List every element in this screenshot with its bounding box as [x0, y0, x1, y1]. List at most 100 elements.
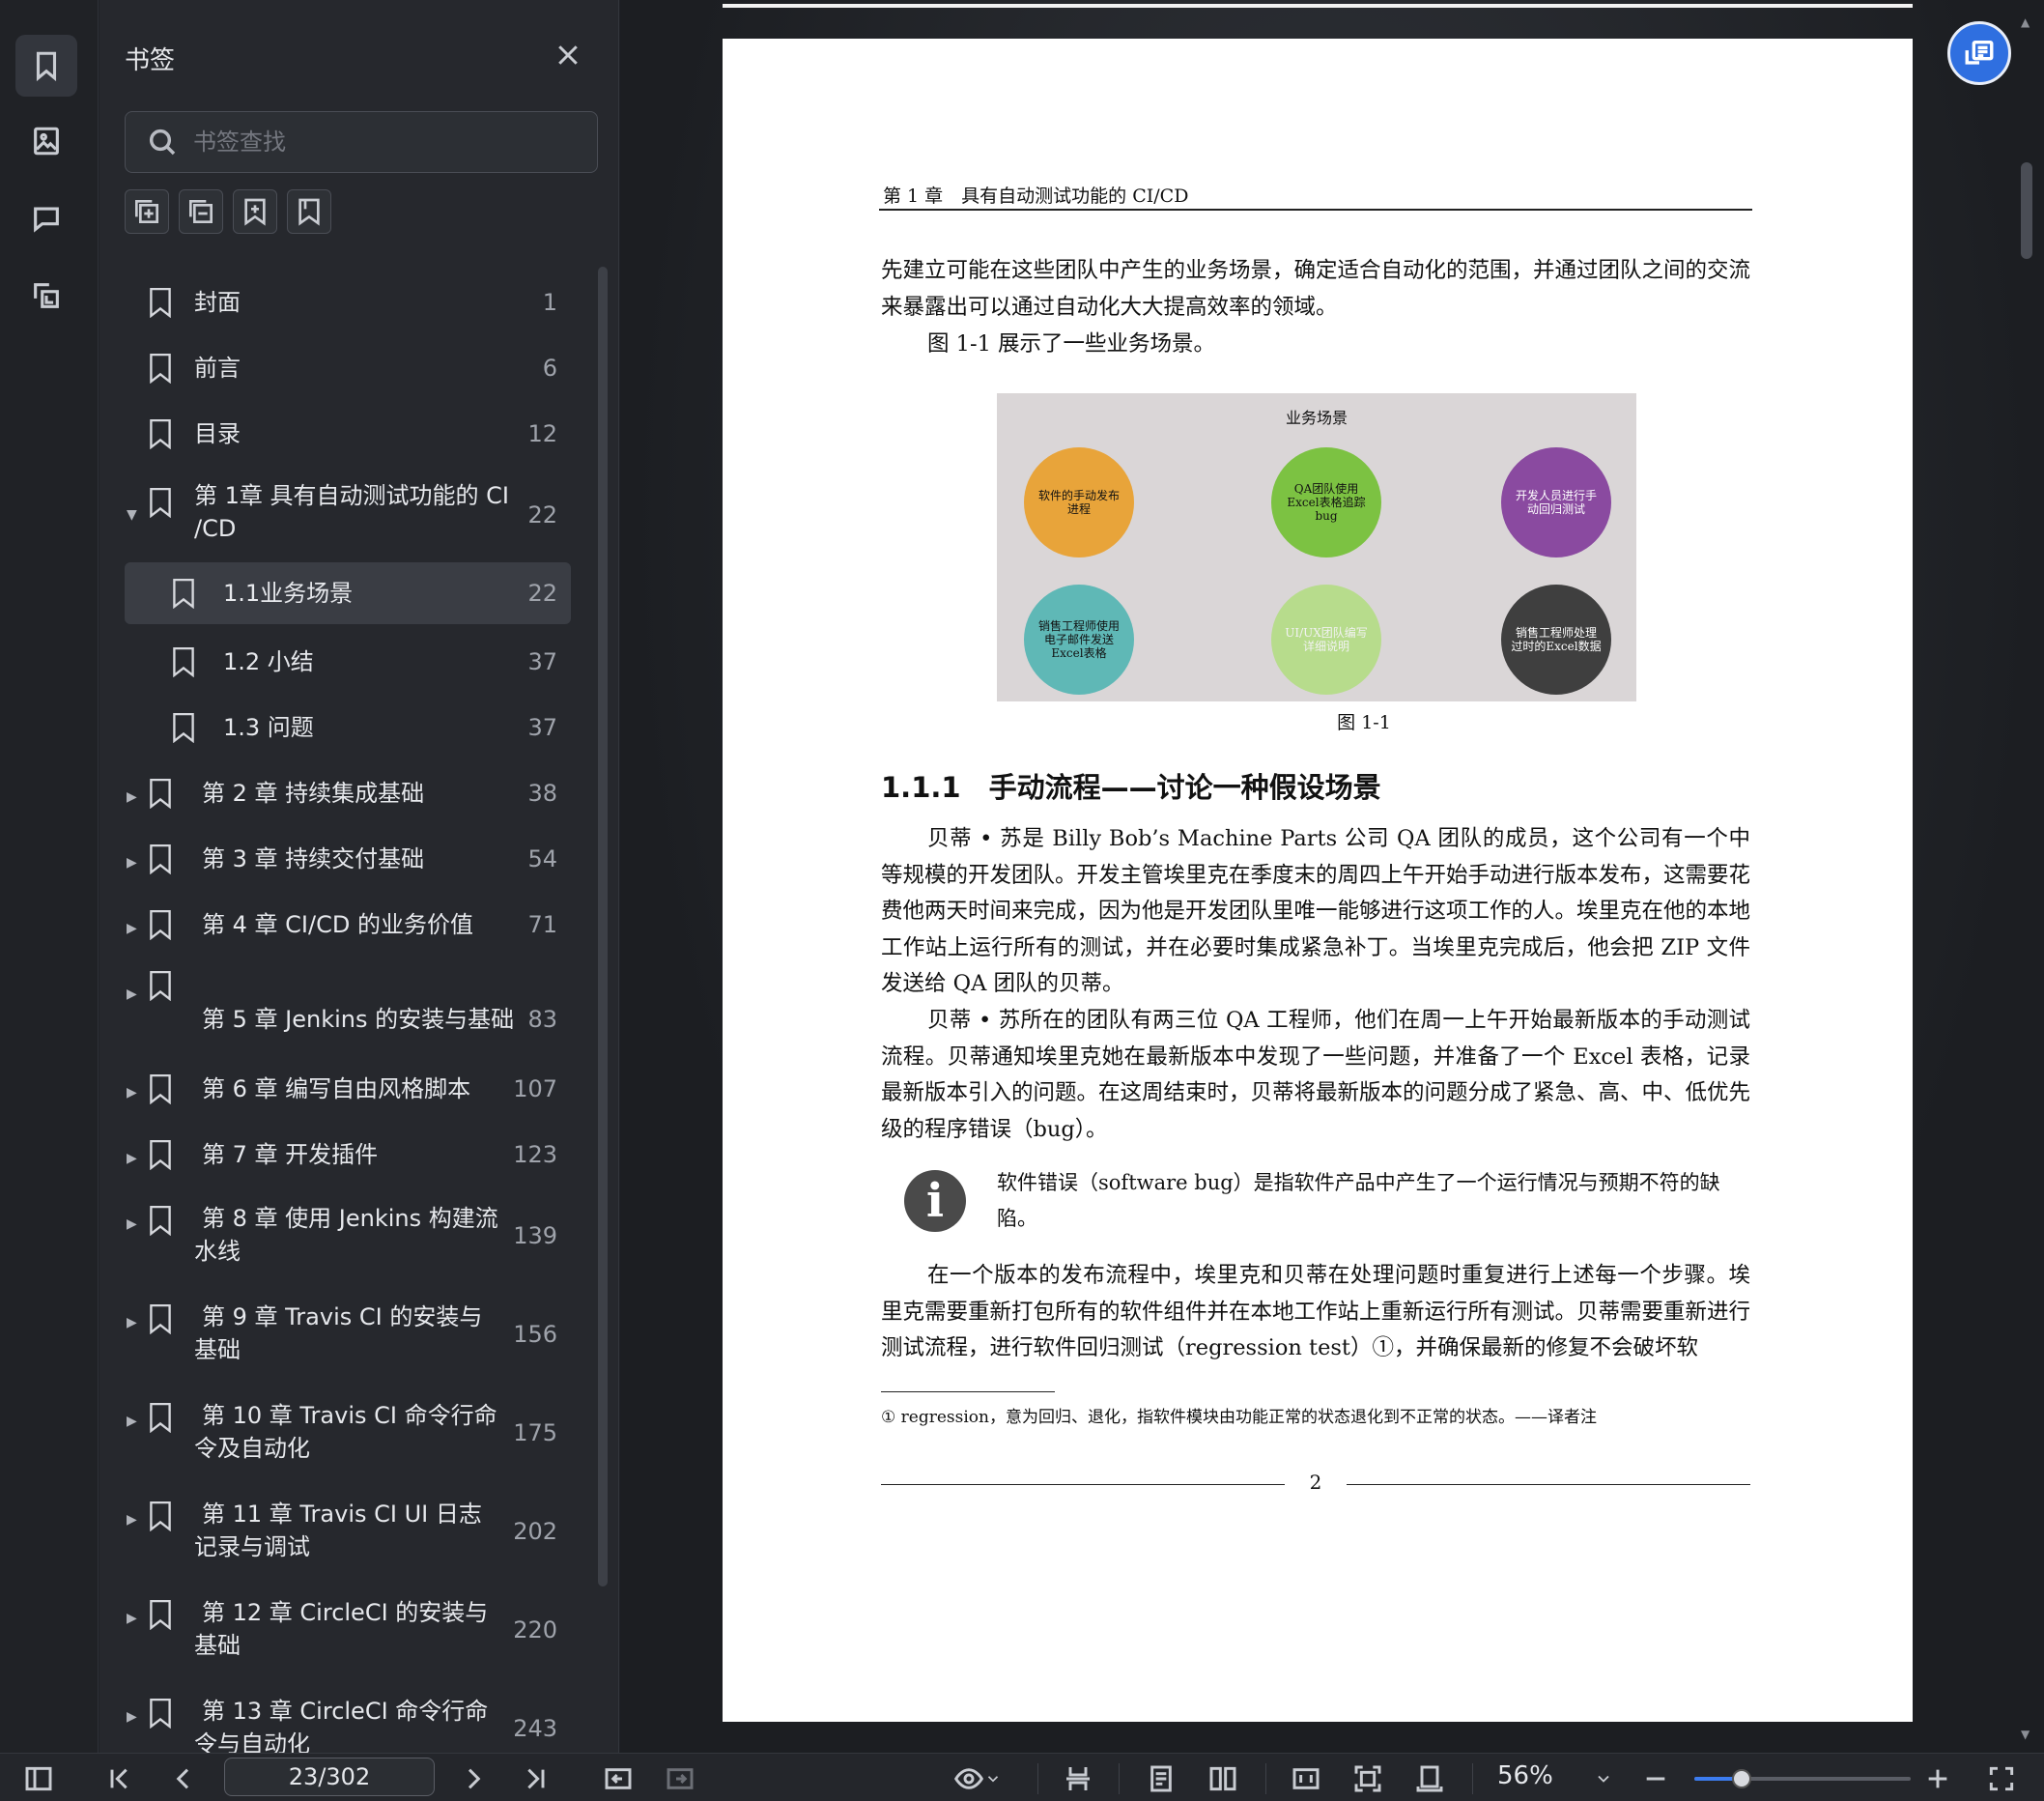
collapse-arrow-icon[interactable]: ▼	[127, 499, 137, 531]
actual-size-button[interactable]	[1287, 1761, 1325, 1796]
go-forward-button[interactable]	[661, 1761, 699, 1796]
panel-scrollbar[interactable]	[598, 267, 608, 1587]
bookmark-item[interactable]: ▶ 第 5 章 Jenkins 的安装与基础 83	[125, 966, 571, 1047]
expand-arrow-icon[interactable]: ▶	[127, 1701, 137, 1733]
zoom-in-button[interactable]	[1920, 1761, 1955, 1796]
bookmark-item[interactable]: ▶ 第 13 章 CircleCI 命令行命令与自动化 243	[125, 1689, 571, 1753]
bookmark-page: 139	[513, 1222, 557, 1249]
bookmark-item-selected[interactable]: 1.1业务场景 22	[125, 562, 571, 624]
paragraph: 贝蒂 • 苏所在的团队有两三位 QA 工程师，他们在周一上午开始最新版本的手动测…	[881, 1008, 1751, 1142]
paragraph: 在一个版本的发布流程中，埃里克和贝蒂在处理问题时重复进行上述每一个步骤。埃里克需…	[881, 1263, 1751, 1361]
delete-bookmark-button[interactable]	[287, 189, 331, 234]
next-page-button[interactable]	[454, 1761, 493, 1796]
go-back-button[interactable]	[599, 1761, 638, 1796]
bookmark-item[interactable]: ▶ 第 2 章 持续集成基础 38	[125, 769, 571, 817]
fit-width-button[interactable]	[1410, 1761, 1449, 1796]
bookmark-item[interactable]: ▶ 第 10 章 Travis CI 命令行命令及自动化 175	[125, 1393, 571, 1474]
bookmark-item-chapter-1[interactable]: ▼ 第 1章 具有自动测试功能的 CI /CD 22	[125, 475, 571, 553]
zoom-out-button[interactable]	[1638, 1761, 1673, 1796]
expand-arrow-icon[interactable]: ▶	[127, 1306, 137, 1339]
document-scrollbar[interactable]	[2021, 162, 2032, 259]
screen-translate-icon	[1965, 40, 1994, 65]
scroll-down-arrow-icon[interactable]: ▼	[2021, 1728, 2030, 1741]
toggle-sidebar-button[interactable]	[19, 1761, 58, 1796]
bookmark-item[interactable]: ▶ 第 3 章 持续交付基础 54	[125, 835, 571, 883]
expand-all-button[interactable]	[125, 189, 169, 234]
bookmark-icon	[148, 970, 173, 1002]
bookmark-item[interactable]: ▶ 第 8 章 使用 Jenkins 构建流水线 139	[125, 1196, 571, 1277]
bookmark-item[interactable]: ▶ 第 12 章 CircleCI 的安装与基础 220	[125, 1590, 571, 1672]
continuous-scroll-button[interactable]	[1059, 1761, 1097, 1796]
bookmark-page: 220	[513, 1616, 557, 1644]
close-icon	[558, 45, 578, 65]
bookmark-icon	[148, 1402, 173, 1434]
zoom-slider[interactable]	[1694, 1769, 1911, 1788]
bookmark-item[interactable]: 封面 1	[125, 278, 571, 327]
expand-arrow-icon[interactable]: ▶	[127, 1142, 137, 1175]
expand-arrow-icon[interactable]: ▶	[127, 846, 137, 879]
expand-arrow-icon[interactable]: ▶	[127, 912, 137, 945]
bookmark-item[interactable]: 1.3 问题 37	[125, 703, 571, 752]
bookmark-icon	[148, 843, 173, 875]
page-number-row: 2	[881, 1471, 1750, 1500]
figure-business-scenarios: 业务场景 软件的手动发布进程 QA团队使用Excel表格追踪bug 开发人员进行…	[997, 393, 1636, 701]
bookmark-label: 第 11 章 Travis CI UI 日志记录与调试	[194, 1501, 482, 1560]
comment-panel-button[interactable]	[15, 187, 77, 249]
two-page-button[interactable]	[1204, 1761, 1242, 1796]
bookmark-page: 107	[513, 1075, 557, 1102]
bookmark-icon	[148, 1599, 173, 1631]
add-bookmark-button[interactable]	[233, 189, 277, 234]
expand-arrow-icon[interactable]: ▶	[127, 1602, 137, 1635]
zoom-slider-handle[interactable]	[1732, 1769, 1751, 1788]
bookmark-page: 243	[513, 1715, 557, 1742]
chevron-right-icon	[468, 1768, 481, 1789]
bookmark-page: 123	[513, 1141, 557, 1168]
chevron-left-icon	[176, 1768, 189, 1789]
fit-page-button[interactable]	[1348, 1761, 1387, 1796]
bookmark-icon	[171, 578, 196, 610]
collapse-all-button[interactable]	[179, 189, 223, 234]
page-number-input[interactable]: 23/302	[224, 1758, 435, 1796]
zoom-level[interactable]: 56%	[1497, 1761, 1553, 1790]
view-mode-dropdown[interactable]	[949, 1761, 1007, 1796]
figure-node: QA团队使用Excel表格追踪bug	[1271, 447, 1381, 557]
first-page-button[interactable]	[100, 1761, 139, 1796]
fullscreen-button[interactable]	[1982, 1761, 2021, 1796]
expand-arrow-icon[interactable]: ▶	[127, 781, 137, 814]
single-page-button[interactable]	[1142, 1761, 1180, 1796]
expand-arrow-icon[interactable]: ▶	[127, 1405, 137, 1438]
bookmark-page: 6	[542, 355, 557, 382]
bookmark-item[interactable]: ▶ 第 4 章 CI/CD 的业务价值 71	[125, 900, 571, 949]
previous-page-button[interactable]	[164, 1761, 203, 1796]
bookmark-search-input[interactable]	[193, 112, 597, 172]
bookmark-item[interactable]: 目录 12	[125, 410, 571, 458]
actual-size-icon	[1292, 1768, 1320, 1789]
bookmark-icon	[171, 712, 196, 744]
bookmark-item[interactable]: ▶ 第 6 章 编写自由风格脚本 107	[125, 1065, 571, 1113]
expand-arrow-icon[interactable]: ▶	[127, 978, 137, 1011]
footnote: ① regression，意为回归、退化，指软件模块由功能正常的状态退化到不正常…	[881, 1408, 1597, 1427]
document-viewer: 第 1 章 具有自动测试功能的 CI/CD 先建立可能在这些团队中产生的业务场景…	[620, 0, 2044, 1753]
bookmark-icon	[148, 287, 173, 319]
bookmark-item[interactable]: ▶ 第 11 章 Travis CI UI 日志记录与调试 202	[125, 1492, 571, 1573]
screen-translate-button[interactable]	[1947, 21, 2011, 85]
close-panel-button[interactable]	[554, 41, 582, 70]
last-page-button[interactable]	[516, 1761, 554, 1796]
thumbnail-panel-button[interactable]	[15, 110, 77, 172]
expand-arrow-icon[interactable]: ▶	[127, 1076, 137, 1109]
scroll-up-arrow-icon[interactable]: ▲	[2021, 15, 2030, 29]
bookmark-item[interactable]: ▶ 第 9 章 Travis CI 的安装与基础 156	[125, 1295, 571, 1376]
document-page: 第 1 章 具有自动测试功能的 CI/CD 先建立可能在这些团队中产生的业务场景…	[723, 39, 1913, 1722]
bookmark-item[interactable]: 1.2 小结 37	[125, 638, 571, 686]
bookmark-icon	[148, 1205, 173, 1237]
bookmark-item[interactable]: 前言 6	[125, 344, 571, 392]
expand-arrow-icon[interactable]: ▶	[127, 1208, 137, 1241]
bookmark-item[interactable]: ▶ 第 7 章 开发插件 123	[125, 1130, 571, 1179]
section-heading: 1.1.1 手动流程——讨论一种假设场景	[881, 771, 1381, 804]
expand-arrow-icon[interactable]: ▶	[127, 1503, 137, 1536]
zoom-dropdown-button[interactable]	[1588, 1761, 1619, 1796]
bookmark-panel-button[interactable]	[15, 35, 77, 97]
extract-panel-button[interactable]	[15, 265, 77, 327]
info-icon: i	[904, 1170, 966, 1232]
go-forward-icon	[667, 1768, 694, 1789]
